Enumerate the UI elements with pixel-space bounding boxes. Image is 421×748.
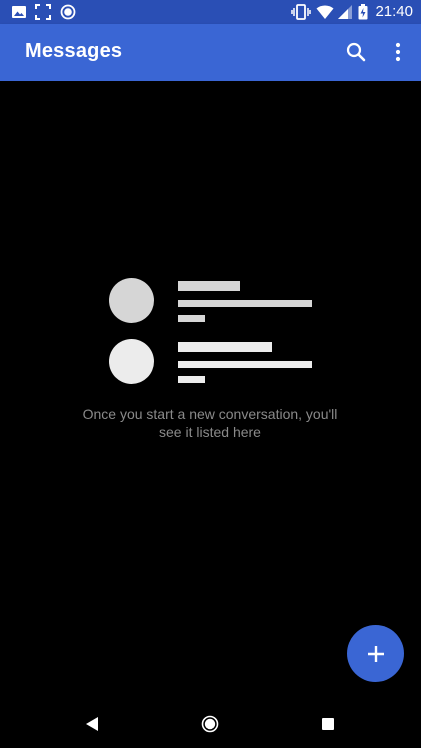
navigation-bar [0, 700, 421, 748]
placeholder-line [178, 361, 312, 368]
empty-state-line-2: see it listed here [159, 424, 261, 440]
app-bar: Messages [0, 24, 421, 81]
placeholder-line [178, 376, 205, 383]
status-bar: 21:40 [0, 0, 421, 24]
page-title: Messages [25, 40, 123, 62]
home-icon[interactable] [200, 714, 220, 734]
wifi-icon [316, 5, 334, 19]
signal-icon [338, 5, 352, 19]
placeholder-line [178, 281, 240, 291]
plus-icon [367, 645, 384, 662]
vibrate-icon [291, 4, 311, 20]
placeholder-avatar [109, 278, 154, 323]
more-vert-icon[interactable] [386, 40, 410, 64]
recents-icon[interactable] [318, 714, 338, 734]
image-icon [12, 6, 26, 18]
placeholder-avatar [109, 339, 154, 384]
placeholder-line [178, 342, 272, 352]
new-conversation-button[interactable] [347, 625, 404, 682]
battery-icon [358, 4, 368, 20]
search-icon[interactable] [344, 40, 368, 64]
back-icon[interactable] [83, 714, 103, 734]
empty-state-message: Once you start a new conversation, you'l… [60, 405, 360, 441]
empty-state-illustration [108, 278, 314, 386]
record-icon [60, 4, 76, 20]
placeholder-line [178, 315, 205, 322]
screenshot-icon [35, 4, 51, 20]
status-time: 21:40 [375, 3, 413, 20]
empty-state-line-1: Once you start a new conversation, you'l… [82, 406, 338, 422]
placeholder-line [178, 300, 312, 307]
